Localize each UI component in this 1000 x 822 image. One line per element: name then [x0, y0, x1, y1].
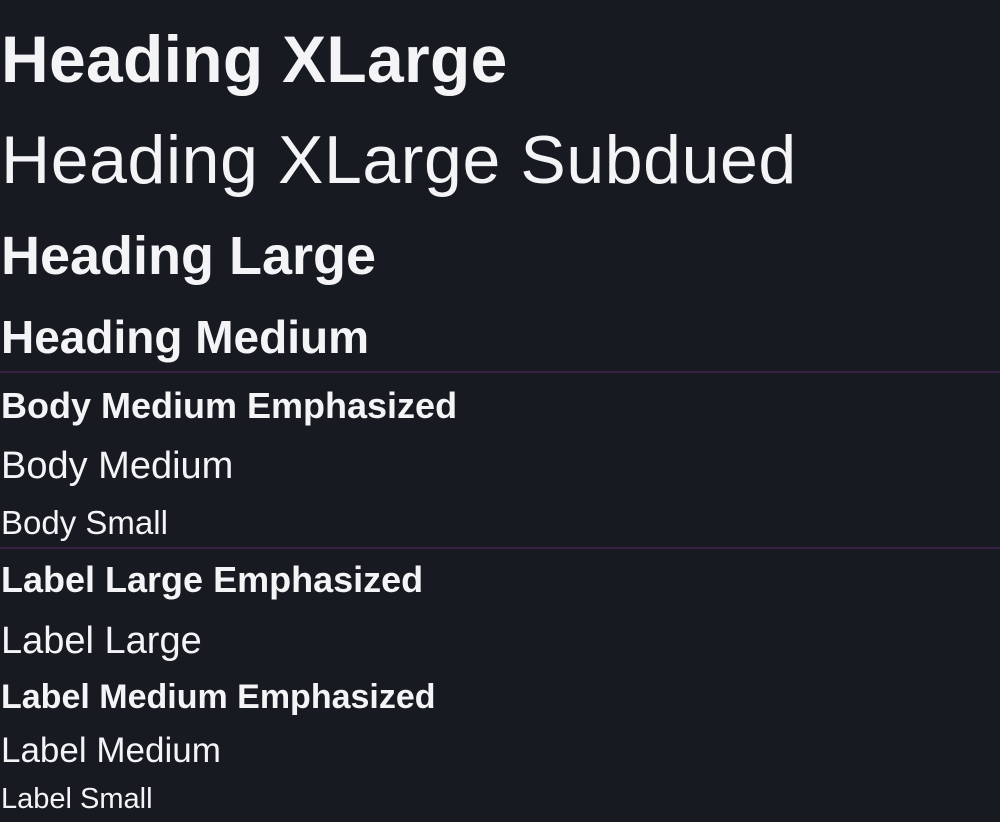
- typography-specimen: Heading XLarge Heading XLarge Subdued He…: [0, 0, 1000, 822]
- section-divider-body: [0, 371, 1000, 373]
- body-medium-sample: Body Medium: [1, 445, 234, 487]
- heading-medium-sample: Heading Medium: [1, 311, 370, 363]
- label-large-sample: Label Large: [1, 620, 202, 662]
- heading-xlarge-sample: Heading XLarge: [1, 22, 508, 96]
- label-large-emphasized-sample: Label Large Emphasized: [1, 559, 424, 600]
- body-small-sample: Body Small: [1, 504, 168, 541]
- label-medium-sample: Label Medium: [1, 731, 221, 770]
- heading-large-sample: Heading Large: [1, 226, 377, 286]
- body-medium-emphasized-sample: Body Medium Emphasized: [1, 385, 458, 426]
- section-divider-label: [0, 547, 1000, 549]
- label-medium-emphasized-sample: Label Medium Emphasized: [1, 678, 436, 716]
- heading-xlarge-subdued-sample: Heading XLarge Subdued: [1, 122, 797, 198]
- label-small-sample: Label Small: [1, 783, 153, 815]
